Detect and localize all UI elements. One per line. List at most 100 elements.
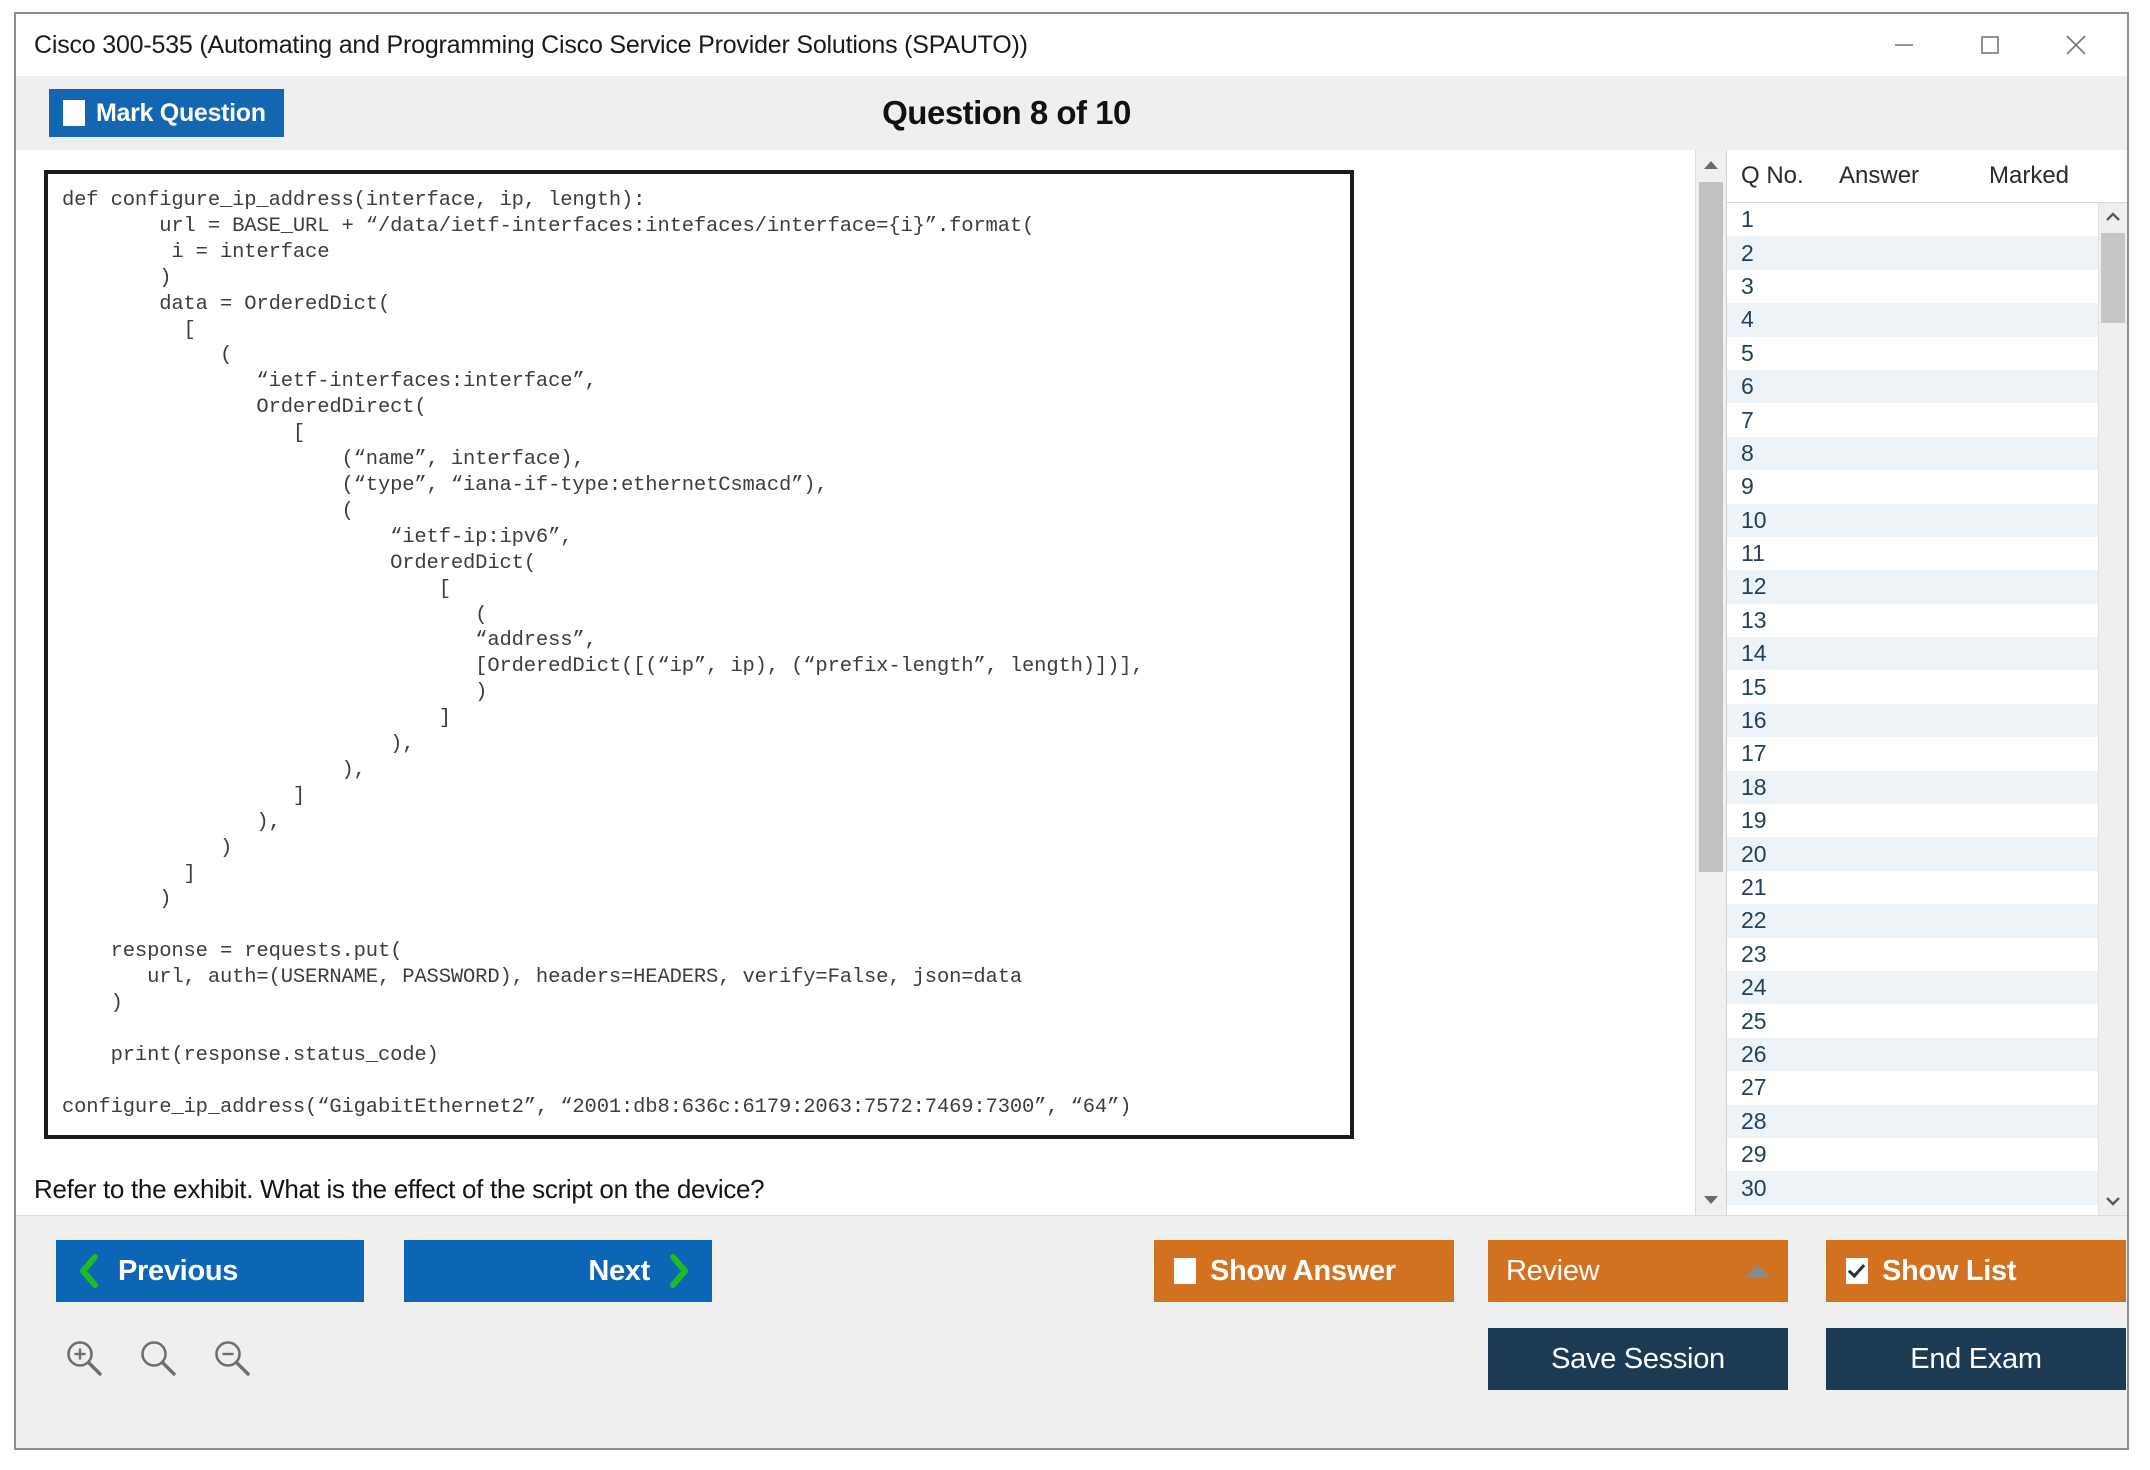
table-row[interactable]: 3 [1727, 270, 2098, 303]
exhibit-code-frame: def configure_ip_address(interface, ip, … [44, 170, 1354, 1139]
previous-label: Previous [118, 1255, 238, 1288]
close-icon [2061, 30, 2091, 60]
cell-question-number: 8 [1727, 440, 1839, 467]
exhibit-scrollbar[interactable] [1695, 150, 1726, 1215]
table-row[interactable]: 1 [1727, 203, 2098, 236]
cell-question-number: 21 [1727, 874, 1839, 901]
cell-question-number: 17 [1727, 740, 1839, 767]
table-row[interactable]: 17 [1727, 737, 2098, 770]
exhibit-scroll-down-button[interactable] [1696, 1185, 1726, 1215]
window-controls [1861, 14, 2119, 76]
cell-question-number: 20 [1727, 841, 1839, 868]
cell-question-number: 9 [1727, 473, 1839, 500]
mark-question-label: Mark Question [96, 99, 266, 128]
zoom-controls [62, 1336, 254, 1380]
table-row[interactable]: 14 [1727, 637, 2098, 670]
previous-button[interactable]: Previous [56, 1240, 364, 1302]
review-dropdown[interactable]: Review [1488, 1240, 1788, 1302]
zoom-out-icon[interactable] [210, 1336, 254, 1380]
table-row[interactable]: 25 [1727, 1004, 2098, 1037]
chevron-left-icon [78, 1254, 100, 1288]
cell-question-number: 5 [1727, 340, 1839, 367]
exhibit-pane: def configure_ip_address(interface, ip, … [16, 150, 1695, 1215]
save-session-button[interactable]: Save Session [1488, 1328, 1788, 1390]
table-row[interactable]: 23 [1727, 938, 2098, 971]
table-row[interactable]: 13 [1727, 604, 2098, 637]
mark-question-button[interactable]: Mark Question [49, 89, 284, 137]
cell-question-number: 4 [1727, 306, 1839, 333]
question-list-scroll-down-button[interactable] [2099, 1187, 2127, 1215]
cell-question-number: 24 [1727, 974, 1839, 1001]
question-list-scroll-thumb[interactable] [2101, 233, 2125, 323]
table-row[interactable]: 27 [1727, 1071, 2098, 1104]
question-list-header: Q No. Answer Marked [1727, 150, 2127, 203]
question-list-panel: Q No. Answer Marked 12345678910111213141… [1726, 150, 2127, 1215]
show-list-checkbox[interactable] [1846, 1258, 1868, 1284]
chevron-up-icon [2104, 211, 2122, 223]
question-list-body: 1234567891011121314151617181920212223242… [1727, 203, 2127, 1215]
cell-question-number: 2 [1727, 240, 1839, 267]
table-row[interactable]: 20 [1727, 837, 2098, 870]
chevron-down-icon [2104, 1195, 2122, 1207]
show-list-label: Show List [1882, 1255, 2016, 1288]
table-row[interactable]: 22 [1727, 904, 2098, 937]
exhibit-scroll-thumb[interactable] [1699, 182, 1723, 872]
table-row[interactable]: 28 [1727, 1105, 2098, 1138]
title-bar: Cisco 300-535 (Automating and Programmin… [16, 14, 2127, 76]
question-list-scrollbar[interactable] [2098, 203, 2127, 1215]
minimize-icon [1891, 32, 1917, 58]
question-list-scroll-up-button[interactable] [2099, 203, 2127, 231]
next-label: Next [588, 1255, 650, 1288]
cell-question-number: 16 [1727, 707, 1839, 734]
cell-question-number: 13 [1727, 607, 1839, 634]
cell-question-number: 22 [1727, 907, 1839, 934]
zoom-in-icon[interactable] [62, 1336, 106, 1380]
footer-toolbar: Previous Next [16, 1215, 2127, 1448]
mark-question-checkbox[interactable] [63, 100, 85, 126]
show-answer-button[interactable]: Show Answer [1154, 1240, 1454, 1302]
table-row[interactable]: 5 [1727, 337, 2098, 370]
table-row[interactable]: 21 [1727, 871, 2098, 904]
table-row[interactable]: 26 [1727, 1038, 2098, 1071]
table-row[interactable]: 29 [1727, 1138, 2098, 1171]
end-exam-button[interactable]: End Exam [1826, 1328, 2126, 1390]
minimize-button[interactable] [1861, 16, 1947, 74]
exam-window: Cisco 300-535 (Automating and Programmin… [14, 12, 2129, 1450]
save-session-label: Save Session [1551, 1343, 1725, 1376]
cell-question-number: 18 [1727, 774, 1839, 801]
table-row[interactable]: 4 [1727, 303, 2098, 336]
table-row[interactable]: 15 [1727, 670, 2098, 703]
table-row[interactable]: 19 [1727, 804, 2098, 837]
cell-question-number: 15 [1727, 674, 1839, 701]
cell-question-number: 28 [1727, 1108, 1839, 1135]
header-strip: Mark Question Question 8 of 10 [16, 76, 2127, 150]
cell-question-number: 27 [1727, 1074, 1839, 1101]
cell-question-number: 10 [1727, 507, 1839, 534]
show-list-button[interactable]: Show List [1826, 1240, 2126, 1302]
column-header-answer: Answer [1839, 162, 1989, 190]
review-label: Review [1506, 1255, 1599, 1288]
table-row[interactable]: 8 [1727, 437, 2098, 470]
table-row[interactable]: 12 [1727, 570, 2098, 603]
maximize-button[interactable] [1947, 16, 2033, 74]
table-row[interactable]: 10 [1727, 504, 2098, 537]
question-list-rows: 1234567891011121314151617181920212223242… [1727, 203, 2098, 1215]
maximize-icon [1977, 32, 2003, 58]
zoom-actual-icon[interactable] [136, 1336, 180, 1380]
cell-question-number: 7 [1727, 407, 1839, 434]
table-row[interactable]: 18 [1727, 771, 2098, 804]
cell-question-number: 29 [1727, 1141, 1839, 1168]
cell-question-number: 30 [1727, 1175, 1839, 1202]
table-row[interactable]: 9 [1727, 470, 2098, 503]
table-row[interactable]: 24 [1727, 971, 2098, 1004]
table-row[interactable]: 7 [1727, 403, 2098, 436]
table-row[interactable]: 6 [1727, 370, 2098, 403]
next-button[interactable]: Next [404, 1240, 712, 1302]
table-row[interactable]: 30 [1727, 1171, 2098, 1204]
table-row[interactable]: 2 [1727, 236, 2098, 269]
close-button[interactable] [2033, 16, 2119, 74]
table-row[interactable]: 16 [1727, 704, 2098, 737]
table-row[interactable]: 11 [1727, 537, 2098, 570]
exhibit-scroll-up-button[interactable] [1696, 150, 1726, 180]
show-answer-checkbox[interactable] [1174, 1258, 1196, 1284]
